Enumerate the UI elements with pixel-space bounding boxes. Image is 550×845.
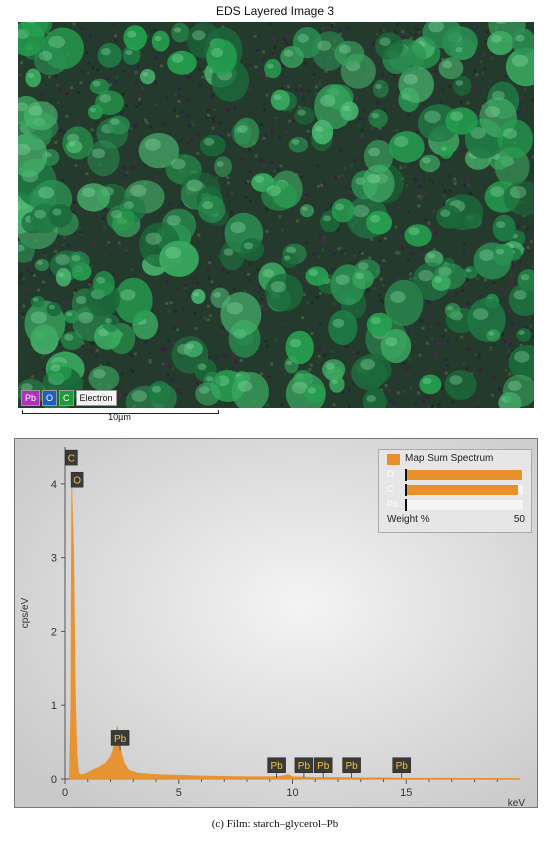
- x-tick-label: 15: [400, 787, 412, 799]
- weight-bar-o: O: [387, 469, 527, 481]
- figure-caption: (c) Film: starch–glycerol–Pb: [211, 818, 339, 830]
- x-tick-label: 5: [176, 787, 182, 799]
- y-axis-title: cps/eV: [20, 597, 31, 628]
- y-tick-label: 3: [51, 553, 57, 565]
- svg-text:Pb: Pb: [298, 761, 311, 772]
- weight-axis-label: Weight %: [387, 514, 430, 525]
- x-tick-label: 0: [62, 787, 68, 799]
- svg-text:Pb: Pb: [270, 761, 283, 772]
- weight-bar-label: Pb: [387, 499, 399, 509]
- legend-title: Map Sum Spectrum: [405, 453, 494, 464]
- weight-bar-pb: Pb: [387, 499, 527, 511]
- peak-label: C: [65, 449, 78, 466]
- eds-layered-image: [18, 22, 534, 408]
- weight-bar-c: C: [387, 484, 527, 496]
- channel-chip-c: C: [59, 390, 74, 406]
- map-title: EDS Layered Image 3: [215, 4, 335, 18]
- weight-bar-fill: [405, 470, 522, 480]
- x-axis-title: keV: [508, 798, 526, 807]
- svg-text:Pb: Pb: [114, 734, 127, 745]
- svg-text:Pb: Pb: [317, 761, 330, 772]
- legend-swatch: [387, 454, 400, 465]
- y-tick-label: 2: [51, 626, 57, 638]
- y-tick-label: 1: [51, 700, 57, 712]
- weight-bar-label: O: [387, 469, 395, 479]
- channel-chip-electron: Electron: [75, 390, 117, 406]
- y-tick-label: 0: [51, 774, 57, 786]
- scale-bar-label: 10µm: [108, 412, 131, 422]
- weight-axis-max: 50: [513, 514, 525, 525]
- svg-text:Pb: Pb: [345, 761, 358, 772]
- peak-label: O: [70, 471, 84, 488]
- y-tick-label: 4: [51, 479, 57, 491]
- weight-bar-fill: [405, 485, 519, 495]
- eds-map-texture: [18, 22, 534, 408]
- channel-chip-o: O: [42, 390, 58, 406]
- svg-text:Pb: Pb: [396, 761, 409, 772]
- svg-text:C: C: [68, 454, 75, 465]
- channel-legend: Pb O C Electron: [21, 390, 117, 406]
- weight-bar-label: C: [387, 484, 394, 494]
- channel-chip-pb: Pb: [21, 390, 41, 406]
- x-tick-label: 10: [286, 787, 298, 799]
- svg-text:O: O: [73, 476, 81, 487]
- spectrum-legend: Map Sum Spectrum O C Pb Weight % 50: [378, 449, 532, 533]
